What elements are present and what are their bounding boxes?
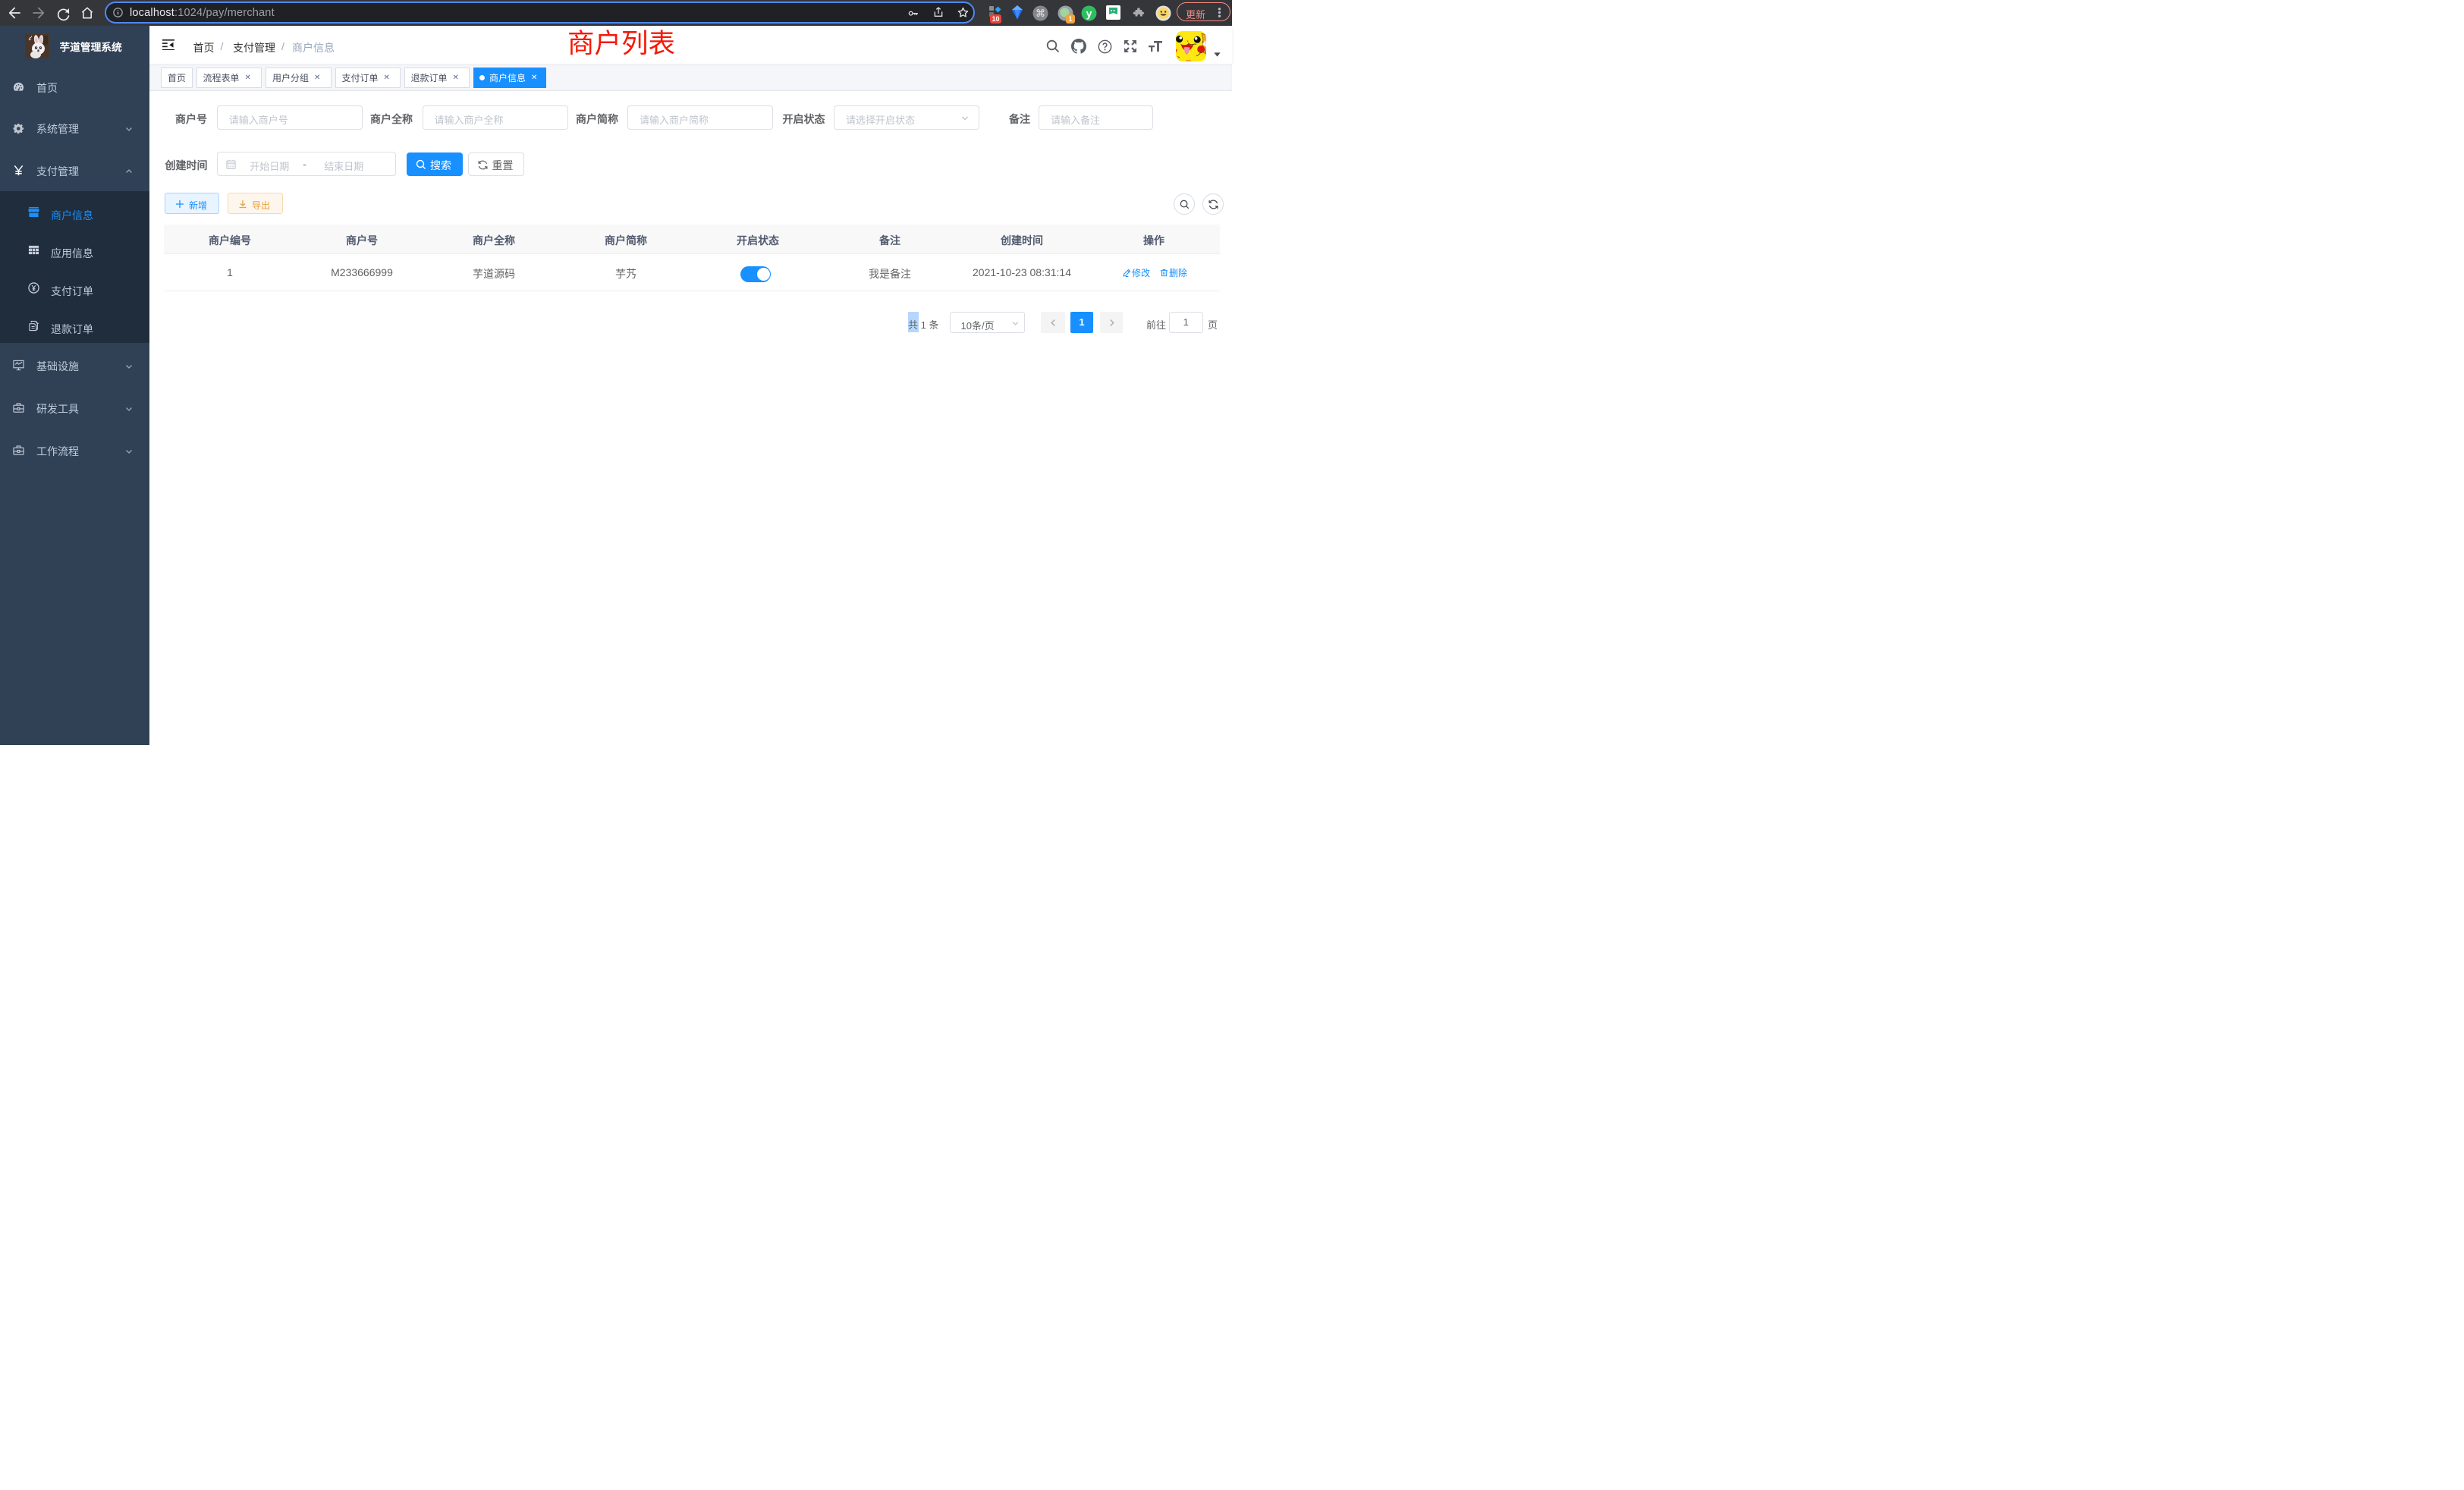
svg-text:y: y <box>1086 7 1092 19</box>
svg-text:⌘: ⌘ <box>1036 8 1045 19</box>
